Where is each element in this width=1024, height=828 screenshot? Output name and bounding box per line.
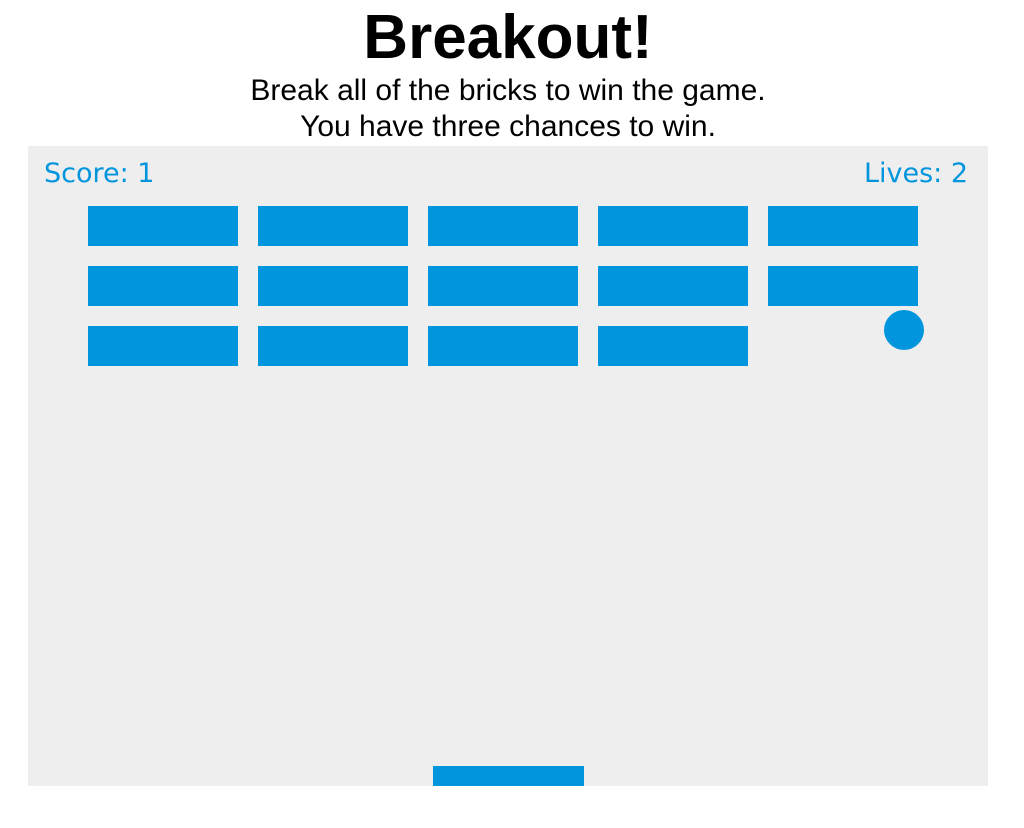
brick-r2-c4 (598, 266, 748, 306)
score-display: Score: 1 (44, 158, 155, 189)
page-title: Breakout! (363, 3, 653, 72)
ball (884, 310, 924, 350)
page: Breakout! Break all of the bricks to win… (0, 0, 1024, 828)
brick-r3-c4 (598, 326, 748, 366)
instructions-line-1: Break all of the bricks to win the game. (250, 74, 766, 107)
brick-r1-c1 (88, 206, 238, 246)
brick-r1-c3 (428, 206, 578, 246)
brick-r1-c5 (768, 206, 918, 246)
brick-r3-c1 (88, 326, 238, 366)
brick-r2-c1 (88, 266, 238, 306)
brick-r1-c4 (598, 206, 748, 246)
lives-display: Lives: 2 (863, 158, 968, 189)
brick-r2-c5 (768, 266, 918, 306)
paddle[interactable] (433, 766, 584, 786)
brick-r2-c3 (428, 266, 578, 306)
brick-r1-c2 (258, 206, 408, 246)
instructions-line-2: You have three chances to win. (300, 110, 716, 143)
brick-r3-c2 (258, 326, 408, 366)
game-canvas[interactable]: Score: 1 Lives: 2 (28, 146, 988, 786)
brick-r3-c3 (428, 326, 578, 366)
brick-r2-c2 (258, 266, 408, 306)
